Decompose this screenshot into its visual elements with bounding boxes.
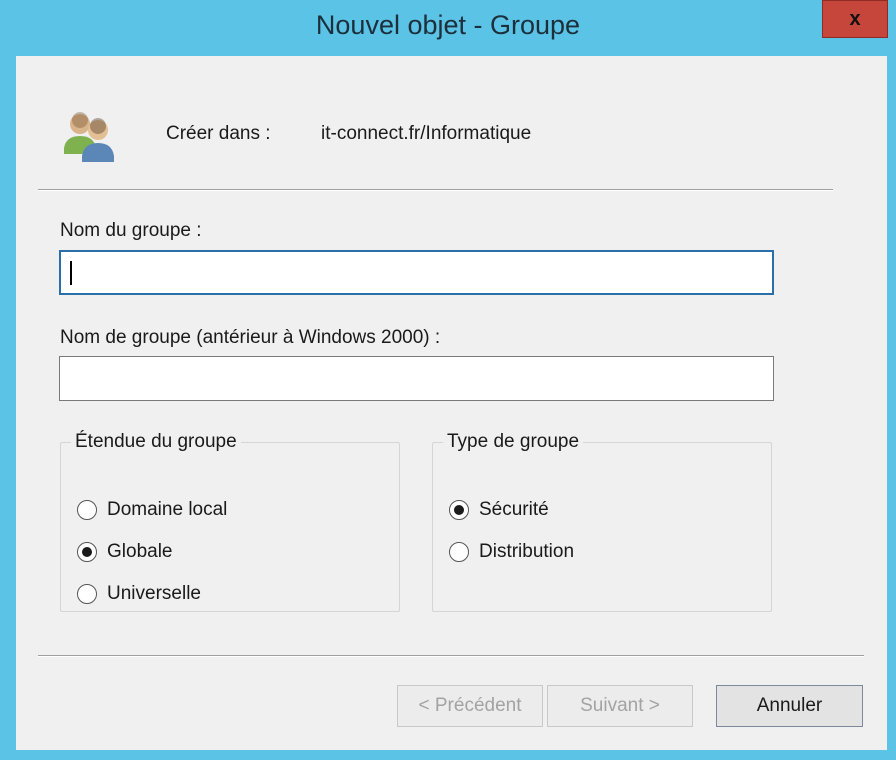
radio-label: Domaine local [107, 499, 228, 520]
cancel-button[interactable]: Annuler [716, 685, 863, 727]
radio-label: Sécurité [479, 499, 549, 520]
create-in-label: Créer dans : [166, 123, 271, 144]
dialog-content: Créer dans : it-connect.fr/Informatique … [16, 56, 887, 750]
previous-button[interactable]: < Précédent [397, 685, 543, 727]
radio-distribution[interactable]: Distribution [449, 541, 574, 563]
radio-label: Universelle [107, 583, 201, 604]
radio-label: Distribution [479, 541, 575, 562]
close-icon: x [849, 7, 861, 30]
dialog-window: Nouvel objet - Groupe x Créer dans : it-… [0, 0, 896, 760]
close-button[interactable]: x [822, 0, 888, 38]
divider-top [38, 189, 833, 191]
group-users-icon [64, 112, 114, 162]
radio-label: Globale [107, 541, 173, 562]
radio-button[interactable] [77, 542, 97, 562]
group-name-pre2000-input[interactable] [59, 356, 774, 401]
radio-universal[interactable]: Universelle [77, 583, 201, 605]
radio-selected-dot [454, 505, 464, 515]
text-caret [70, 261, 72, 285]
group-name-pre2000-label: Nom de groupe (antérieur à Windows 2000)… [60, 327, 441, 348]
group-name-input[interactable] [59, 250, 774, 295]
group-type-legend: Type de groupe [447, 431, 580, 452]
radio-global[interactable]: Globale [77, 541, 173, 563]
radio-domain-local[interactable]: Domaine local [77, 499, 227, 521]
radio-button[interactable] [77, 500, 97, 520]
radio-security[interactable]: Sécurité [449, 499, 549, 521]
window-title: Nouvel objet - Groupe [315, 10, 581, 40]
radio-button[interactable] [449, 500, 469, 520]
divider-bottom [38, 655, 864, 657]
group-scope-box: Étendue du groupe Domaine local Globale … [60, 431, 400, 612]
radio-button[interactable] [77, 584, 97, 604]
group-name-label: Nom du groupe : [60, 220, 202, 241]
create-in-path: it-connect.fr/Informatique [321, 123, 532, 144]
group-scope-legend: Étendue du groupe [75, 431, 237, 452]
radio-selected-dot [82, 547, 92, 557]
next-button[interactable]: Suivant > [547, 685, 693, 727]
title-bar[interactable]: Nouvel objet - Groupe x [0, 0, 896, 56]
group-type-box: Type de groupe Sécurité Distribution [432, 431, 772, 612]
radio-button[interactable] [449, 542, 469, 562]
